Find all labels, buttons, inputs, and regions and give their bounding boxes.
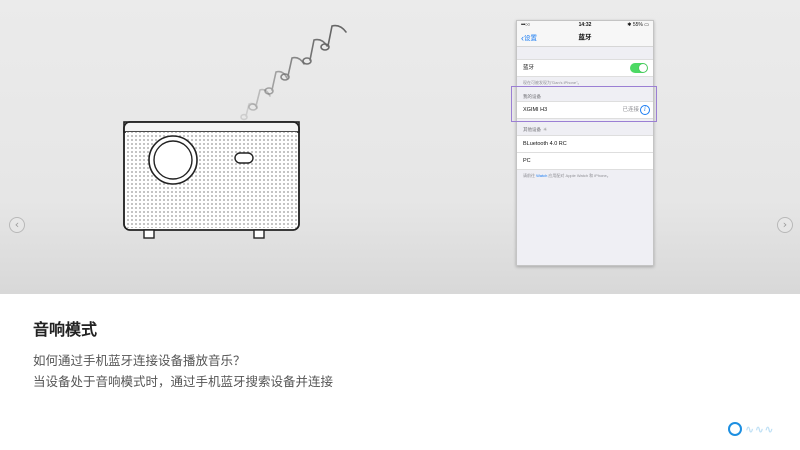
device-row-xgimi[interactable]: XGIMI H3 已连接 i	[517, 101, 653, 119]
discoverable-caption: 现在可被发现为"Dan's iPhone"。	[523, 80, 582, 85]
device-connection-status: 已连接	[622, 107, 639, 113]
watch-pairing-note: 请前往 Watch 应用配对 Apple Watch 和 iPhone。	[517, 170, 653, 181]
footer-suffix: 应用配对 Apple Watch 和 iPhone。	[547, 173, 611, 178]
description-line-2: 当设备处于音响模式时，通过手机蓝牙搜索设备并连接	[33, 374, 334, 389]
footer-prefix: 请前往	[523, 173, 537, 178]
nav-bar: ‹设置 蓝牙	[517, 30, 653, 47]
info-icon[interactable]: i	[640, 105, 650, 115]
device-row-pc[interactable]: PC	[517, 153, 653, 169]
watermark-logo: ∿∿∿	[728, 422, 792, 444]
nav-title: 蓝牙	[578, 34, 592, 41]
page-title: 音响模式	[33, 320, 98, 339]
music-notes-icon	[240, 24, 347, 121]
phone-screenshot: •••○○ 14:32 ✱ 55% ▭ ‹设置 蓝牙 蓝牙 现在可被发现为"Da…	[511, 20, 657, 266]
projector-illustration	[123, 121, 300, 239]
battery-icon: ✱ 55% ▭	[627, 22, 649, 28]
chevron-right-icon: ›	[782, 218, 788, 231]
device-name: BLuetooth 4.0 RC	[523, 141, 567, 147]
bluetooth-row: 蓝牙	[517, 59, 653, 77]
hero-banner: ‹ › •••○○ 14:32 ✱ 55% ▭ ‹设置 蓝牙 蓝牙 现在可被发现…	[0, 0, 800, 294]
logo-mark-icon: ∿∿∿	[745, 423, 775, 436]
other-devices-label: 其他设备	[523, 127, 541, 132]
logo-ring-icon	[728, 422, 742, 436]
watch-link[interactable]: Watch	[536, 173, 547, 178]
status-bar: •••○○ 14:32 ✱ 55% ▭	[517, 21, 653, 30]
other-devices-list: BLuetooth 4.0 RC PC	[517, 135, 653, 170]
device-name: XGIMI H3	[523, 107, 548, 113]
description-line-1: 如何通过手机蓝牙连接设备播放音乐？	[33, 353, 246, 368]
bluetooth-label: 蓝牙	[523, 65, 535, 71]
bluetooth-toggle[interactable]	[630, 63, 648, 73]
device-row-bluetooth-rc[interactable]: BLuetooth 4.0 RC	[517, 136, 653, 153]
device-name: PC	[523, 158, 531, 164]
my-devices-header: 我的设备	[523, 94, 541, 99]
loading-spinner-icon: ✳	[543, 127, 548, 133]
other-devices-header: 其他设备 ✳	[517, 119, 653, 135]
carousel-next-button[interactable]: ›	[777, 217, 793, 233]
chevron-left-icon: ‹	[14, 218, 20, 231]
carousel-prev-button[interactable]: ‹	[9, 217, 25, 233]
